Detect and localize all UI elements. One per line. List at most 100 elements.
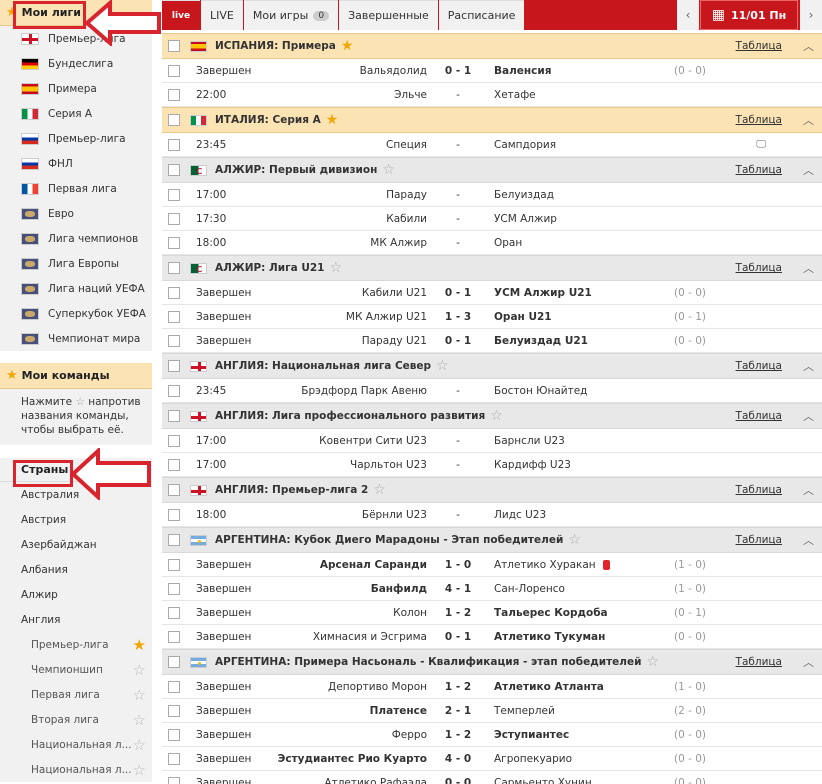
- prev-day-button[interactable]: ‹: [677, 0, 699, 30]
- sidebar-league-item[interactable]: Чемпионат мира: [0, 326, 152, 351]
- standings-table-link[interactable]: Таблица: [736, 360, 782, 372]
- match-row[interactable]: Завершен Арсенал Саранди 1 - 0 Атлетико Хур…: [162, 553, 822, 577]
- match-row[interactable]: 18:00 МК Алжир - Оран: [162, 231, 822, 255]
- match-row[interactable]: Завершен Эстудиантес Рио Куарто 4 - 0 Агроп…: [162, 747, 822, 771]
- league-header[interactable]: ИСПАНИЯ: Примера ★ Таблица ︿: [162, 33, 822, 59]
- england-league-item[interactable]: Национальная л... ☆: [0, 732, 152, 757]
- chevron-up-icon[interactable]: ︿: [803, 532, 814, 548]
- match-row[interactable]: 17:00 Параду - Белуиздад: [162, 183, 822, 207]
- star-outline-icon[interactable]: ☆: [568, 532, 581, 548]
- match-row[interactable]: Завершен Колон 1 - 2 Тальерес Кордоба (0 - 1…: [162, 601, 822, 625]
- england-league-item[interactable]: Чемпионшип ☆: [0, 657, 152, 682]
- star-filled-icon[interactable]: ★: [326, 112, 339, 128]
- match-row[interactable]: Завершен Ферро 1 - 2 Эступиантес (0 - 0): [162, 723, 822, 747]
- match-checkbox[interactable]: [168, 728, 180, 741]
- league-checkbox[interactable]: [168, 484, 180, 496]
- match-checkbox[interactable]: [168, 508, 180, 521]
- league-checkbox[interactable]: [168, 114, 180, 126]
- match-row[interactable]: 18:00 Бёрнли U23 - Лидс U23: [162, 503, 822, 527]
- match-checkbox[interactable]: [168, 704, 180, 717]
- country-item[interactable]: Алжир: [0, 582, 152, 607]
- league-header[interactable]: АНГЛИЯ: Премьер-лига 2 ☆ Таблица ︿: [162, 477, 822, 503]
- tab-live[interactable]: LIVE: [201, 0, 243, 30]
- sidebar-league-item[interactable]: Евро: [0, 201, 152, 226]
- star-filled-icon[interactable]: ★: [133, 636, 146, 654]
- star-outline-icon[interactable]: ☆: [490, 408, 503, 424]
- star-outline-icon[interactable]: ☆: [133, 761, 146, 779]
- star-outline-icon[interactable]: ☆: [436, 358, 449, 374]
- star-outline-icon[interactable]: ☆: [382, 162, 395, 178]
- sidebar-league-item[interactable]: Первая лига: [0, 176, 152, 201]
- my-teams-header[interactable]: ★ Мои команды: [0, 363, 152, 389]
- england-league-item[interactable]: Вторая лига ☆: [0, 707, 152, 732]
- match-row[interactable]: Завершен Вальядолид 0 - 1 Валенсия (0 - 0): [162, 59, 822, 83]
- match-checkbox[interactable]: [168, 88, 180, 101]
- match-row[interactable]: 17:00 Ковентри Сити U23 - Барнсли U23: [162, 429, 822, 453]
- match-row[interactable]: 17:30 Кабили - УСМ Алжир: [162, 207, 822, 231]
- match-row[interactable]: Завершен МК Алжир U21 1 - 3 Оран U21 (0 - 1): [162, 305, 822, 329]
- match-row[interactable]: Завершен Химнасия и Эсгрима 0 - 1 Атлетико …: [162, 625, 822, 649]
- league-header[interactable]: АНГЛИЯ: Национальная лига Север ☆ Таблица ︿: [162, 353, 822, 379]
- match-checkbox[interactable]: [168, 138, 180, 151]
- star-outline-icon[interactable]: ☆: [133, 686, 146, 704]
- star-outline-icon[interactable]: ☆: [329, 260, 342, 276]
- match-row[interactable]: 23:45 Брэдфорд Парк Авеню - Бостон Юнайтед: [162, 379, 822, 403]
- match-checkbox[interactable]: [168, 606, 180, 619]
- live-logo-tab[interactable]: live: [162, 0, 200, 30]
- match-row[interactable]: Завершен Кабили U21 0 - 1 УСМ Алжир U21 (0 -…: [162, 281, 822, 305]
- england-league-item[interactable]: Первая лига ☆: [0, 682, 152, 707]
- standings-table-link[interactable]: Таблица: [736, 262, 782, 274]
- match-checkbox[interactable]: [168, 582, 180, 595]
- chevron-up-icon[interactable]: ︿: [803, 482, 814, 498]
- star-outline-icon[interactable]: ☆: [133, 736, 146, 754]
- next-day-button[interactable]: ›: [800, 0, 822, 30]
- match-row[interactable]: 22:00 Эльче - Хетафе: [162, 83, 822, 107]
- league-header[interactable]: АЛЖИР: Лига U21 ☆ Таблица ︿: [162, 255, 822, 281]
- match-checkbox[interactable]: [168, 776, 180, 784]
- match-row[interactable]: 17:00 Чарльтон U23 - Кардифф U23: [162, 453, 822, 477]
- standings-table-link[interactable]: Таблица: [736, 484, 782, 496]
- league-checkbox[interactable]: [168, 40, 180, 52]
- tv-icon[interactable]: 🖵: [756, 139, 766, 150]
- league-header[interactable]: АЛЖИР: Первый дивизион ☆ Таблица ︿: [162, 157, 822, 183]
- match-checkbox[interactable]: [168, 188, 180, 201]
- match-row[interactable]: 23:45 Специя - Сампдория 🖵: [162, 133, 822, 157]
- league-header[interactable]: АНГЛИЯ: Лига профессионального развития ☆…: [162, 403, 822, 429]
- sidebar-league-item[interactable]: Суперкубок УЕФА: [0, 301, 152, 326]
- match-row[interactable]: Завершен Депортиво Морон 1 - 2 Атлетико Атл…: [162, 675, 822, 699]
- match-checkbox[interactable]: [168, 680, 180, 693]
- league-checkbox[interactable]: [168, 656, 180, 668]
- standings-table-link[interactable]: Таблица: [736, 164, 782, 176]
- england-league-item[interactable]: Национальная л... ☆: [0, 757, 152, 782]
- league-checkbox[interactable]: [168, 360, 180, 372]
- match-checkbox[interactable]: [168, 384, 180, 397]
- tab-finished[interactable]: Завершенные: [339, 0, 438, 30]
- country-item[interactable]: Австрия: [0, 507, 152, 532]
- chevron-up-icon[interactable]: ︿: [803, 112, 814, 128]
- match-checkbox[interactable]: [168, 334, 180, 347]
- match-checkbox[interactable]: [168, 212, 180, 225]
- tab-schedule[interactable]: Расписание: [438, 0, 525, 30]
- star-filled-icon[interactable]: ★: [341, 38, 354, 54]
- league-checkbox[interactable]: [168, 534, 180, 546]
- match-checkbox[interactable]: [168, 434, 180, 447]
- standings-table-link[interactable]: Таблица: [736, 656, 782, 668]
- star-outline-icon[interactable]: ☆: [133, 661, 146, 679]
- sidebar-league-item[interactable]: Премьер-лига: [0, 126, 152, 151]
- match-row[interactable]: Завершен Атлетико Рафаэла 0 - 0 Сармьенто Х…: [162, 771, 822, 784]
- chevron-up-icon[interactable]: ︿: [803, 38, 814, 54]
- chevron-up-icon[interactable]: ︿: [803, 260, 814, 276]
- match-checkbox[interactable]: [168, 752, 180, 765]
- date-picker[interactable]: ▦ 11/01 Пн: [700, 0, 798, 30]
- league-header[interactable]: АРГЕНТИНА: Примера Насьональ - Квалифика…: [162, 649, 822, 675]
- sidebar-league-item[interactable]: Лига наций УЕФА: [0, 276, 152, 301]
- match-checkbox[interactable]: [168, 558, 180, 571]
- match-checkbox[interactable]: [168, 630, 180, 643]
- league-checkbox[interactable]: [168, 164, 180, 176]
- sidebar-league-item[interactable]: Лига чемпионов: [0, 226, 152, 251]
- league-header[interactable]: АРГЕНТИНА: Кубок Диего Марадоны - Этап п…: [162, 527, 822, 553]
- country-item[interactable]: Азербайджан: [0, 532, 152, 557]
- sidebar-league-item[interactable]: Лига Европы: [0, 251, 152, 276]
- country-item[interactable]: Албания: [0, 557, 152, 582]
- standings-table-link[interactable]: Таблица: [736, 534, 782, 546]
